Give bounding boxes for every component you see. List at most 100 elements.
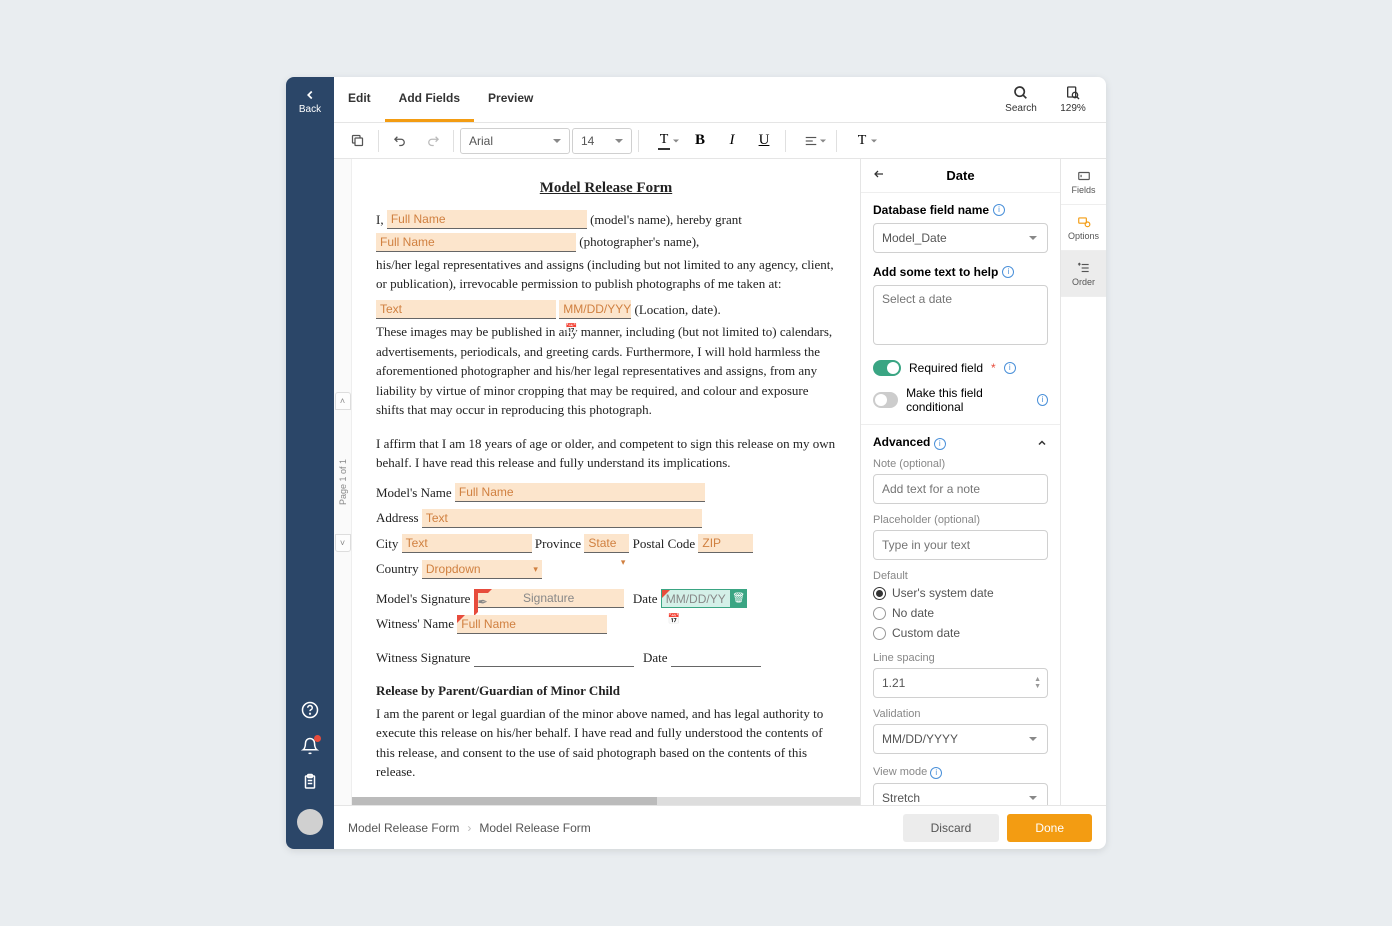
label: Province (535, 536, 584, 551)
rail-fields[interactable]: Fields (1061, 159, 1106, 205)
radio-no-date[interactable]: No date (873, 606, 1048, 620)
paragraph: I affirm that I am 18 years of age or ol… (376, 434, 836, 473)
validation-select[interactable]: MM/DD/YYYY (873, 724, 1048, 754)
chevron-up-icon (1036, 437, 1048, 449)
page-rail: ˄ Page 1 of 1 ˅ (334, 159, 352, 805)
info-icon: i (934, 438, 946, 450)
chevron-left-icon (303, 88, 317, 102)
right-rail: Fields Options Order (1060, 159, 1106, 805)
view-mode-select[interactable]: Stretch (873, 783, 1048, 805)
label: View mode i (873, 766, 1048, 779)
text-color-button[interactable]: T (645, 127, 683, 155)
field-date-selected[interactable]: MM/DD/YY (661, 589, 731, 608)
radio-icon (873, 587, 886, 600)
conditional-toggle[interactable] (873, 392, 898, 408)
left-sidebar: Back (286, 77, 334, 849)
tab-preview[interactable]: Preview (474, 77, 547, 122)
text-style-button[interactable]: T (843, 127, 881, 155)
bold-button[interactable]: B (685, 127, 715, 155)
label: Model's Name (376, 485, 455, 500)
delete-field-button[interactable]: 🗑 (731, 589, 747, 608)
formatting-toolbar: Arial 14 T B I U T (334, 123, 1106, 159)
horizontal-scrollbar[interactable] (352, 797, 860, 805)
chevron-right-icon: › (467, 821, 471, 835)
page-up-button[interactable]: ˄ (335, 392, 351, 410)
discard-button[interactable]: Discard (903, 814, 1000, 842)
rail-order[interactable]: Order (1061, 251, 1106, 297)
help-text-input[interactable] (873, 285, 1048, 345)
avatar[interactable] (297, 809, 323, 835)
italic-button[interactable]: I (717, 127, 747, 155)
clipboard-icon[interactable] (301, 773, 319, 791)
font-select[interactable]: Arial (460, 128, 570, 154)
rail-options[interactable]: Options (1061, 205, 1106, 251)
back-button[interactable]: Back (286, 77, 334, 125)
label: Witness' Name (376, 616, 457, 631)
label: Database field namei (873, 203, 1048, 217)
required-toggle[interactable] (873, 360, 901, 376)
top-tabs: Edit Add Fields Preview Search 129% (334, 77, 1106, 123)
field-witness-name[interactable]: Full Name (457, 615, 607, 634)
tab-add-fields[interactable]: Add Fields (385, 77, 474, 122)
field-full-name[interactable]: Full Name (387, 210, 587, 229)
field-state[interactable]: State (584, 534, 629, 553)
zoom-button[interactable]: 129% (1050, 85, 1096, 114)
label: Witness Signature (376, 650, 474, 665)
db-field-select[interactable]: Model_Date (873, 223, 1048, 253)
order-icon (1076, 261, 1092, 275)
options-icon (1076, 215, 1092, 229)
main-area: Edit Add Fields Preview Search 129% (334, 77, 1106, 849)
properties-panel: Date Database field namei Model_Date Add… (860, 159, 1060, 805)
field-zip[interactable]: ZIP (698, 534, 753, 553)
text: (Location, date). (635, 302, 721, 317)
info-icon[interactable]: i (1004, 362, 1016, 374)
panel-back-button[interactable] (871, 168, 887, 183)
info-icon[interactable]: i (1037, 394, 1048, 406)
field-photographer-name[interactable]: Full Name (376, 233, 576, 252)
field-city[interactable]: Text (402, 534, 532, 553)
label: Country (376, 561, 422, 576)
note-input[interactable] (873, 474, 1048, 504)
page-down-button[interactable]: ˅ (335, 534, 351, 552)
info-icon[interactable]: i (993, 204, 1005, 216)
label: Add some text to helpi (873, 265, 1048, 279)
search-icon (1013, 85, 1029, 101)
font-size-select[interactable]: 14 (572, 128, 632, 154)
copy-button[interactable] (342, 127, 372, 155)
done-button[interactable]: Done (1007, 814, 1092, 842)
label: Required field (909, 361, 983, 375)
advanced-toggle[interactable]: Advanced i (873, 435, 1048, 450)
placeholder-input[interactable] (873, 530, 1048, 560)
search-label: Search (1005, 103, 1037, 114)
align-button[interactable] (792, 127, 830, 155)
field-date[interactable]: MM/DD/YYY (559, 300, 631, 319)
notifications-icon[interactable] (301, 737, 319, 755)
underline-button[interactable]: U (749, 127, 779, 155)
field-address[interactable]: Text (422, 509, 702, 528)
fields-icon (1076, 169, 1092, 183)
zoom-icon (1065, 85, 1081, 101)
field-models-name[interactable]: Full Name (455, 483, 705, 502)
line-spacing-stepper[interactable]: 1.21▲▼ (873, 668, 1048, 698)
page-indicator: Page 1 of 1 (338, 459, 348, 505)
footer-bar: Model Release Form › Model Release Form … (334, 805, 1106, 849)
crumb[interactable]: Model Release Form (348, 821, 459, 835)
field-signature[interactable]: Signature (474, 589, 624, 608)
document-canvas[interactable]: Model Release Form I, Full Name (model's… (352, 159, 860, 805)
breadcrumb: Model Release Form › Model Release Form (348, 821, 591, 835)
info-icon[interactable]: i (930, 767, 942, 779)
radio-system-date[interactable]: User's system date (873, 586, 1048, 600)
field-country[interactable]: Dropdown (422, 560, 542, 579)
radio-icon (873, 627, 886, 640)
label: Default (873, 570, 1048, 582)
tab-edit[interactable]: Edit (334, 77, 385, 122)
radio-custom-date[interactable]: Custom date (873, 626, 1048, 640)
label: City (376, 536, 402, 551)
info-icon[interactable]: i (1002, 266, 1014, 278)
blank-line (671, 653, 761, 667)
redo-button[interactable] (417, 127, 447, 155)
search-button[interactable]: Search (998, 85, 1044, 114)
field-location[interactable]: Text (376, 300, 556, 319)
help-icon[interactable] (301, 701, 319, 719)
undo-button[interactable] (385, 127, 415, 155)
